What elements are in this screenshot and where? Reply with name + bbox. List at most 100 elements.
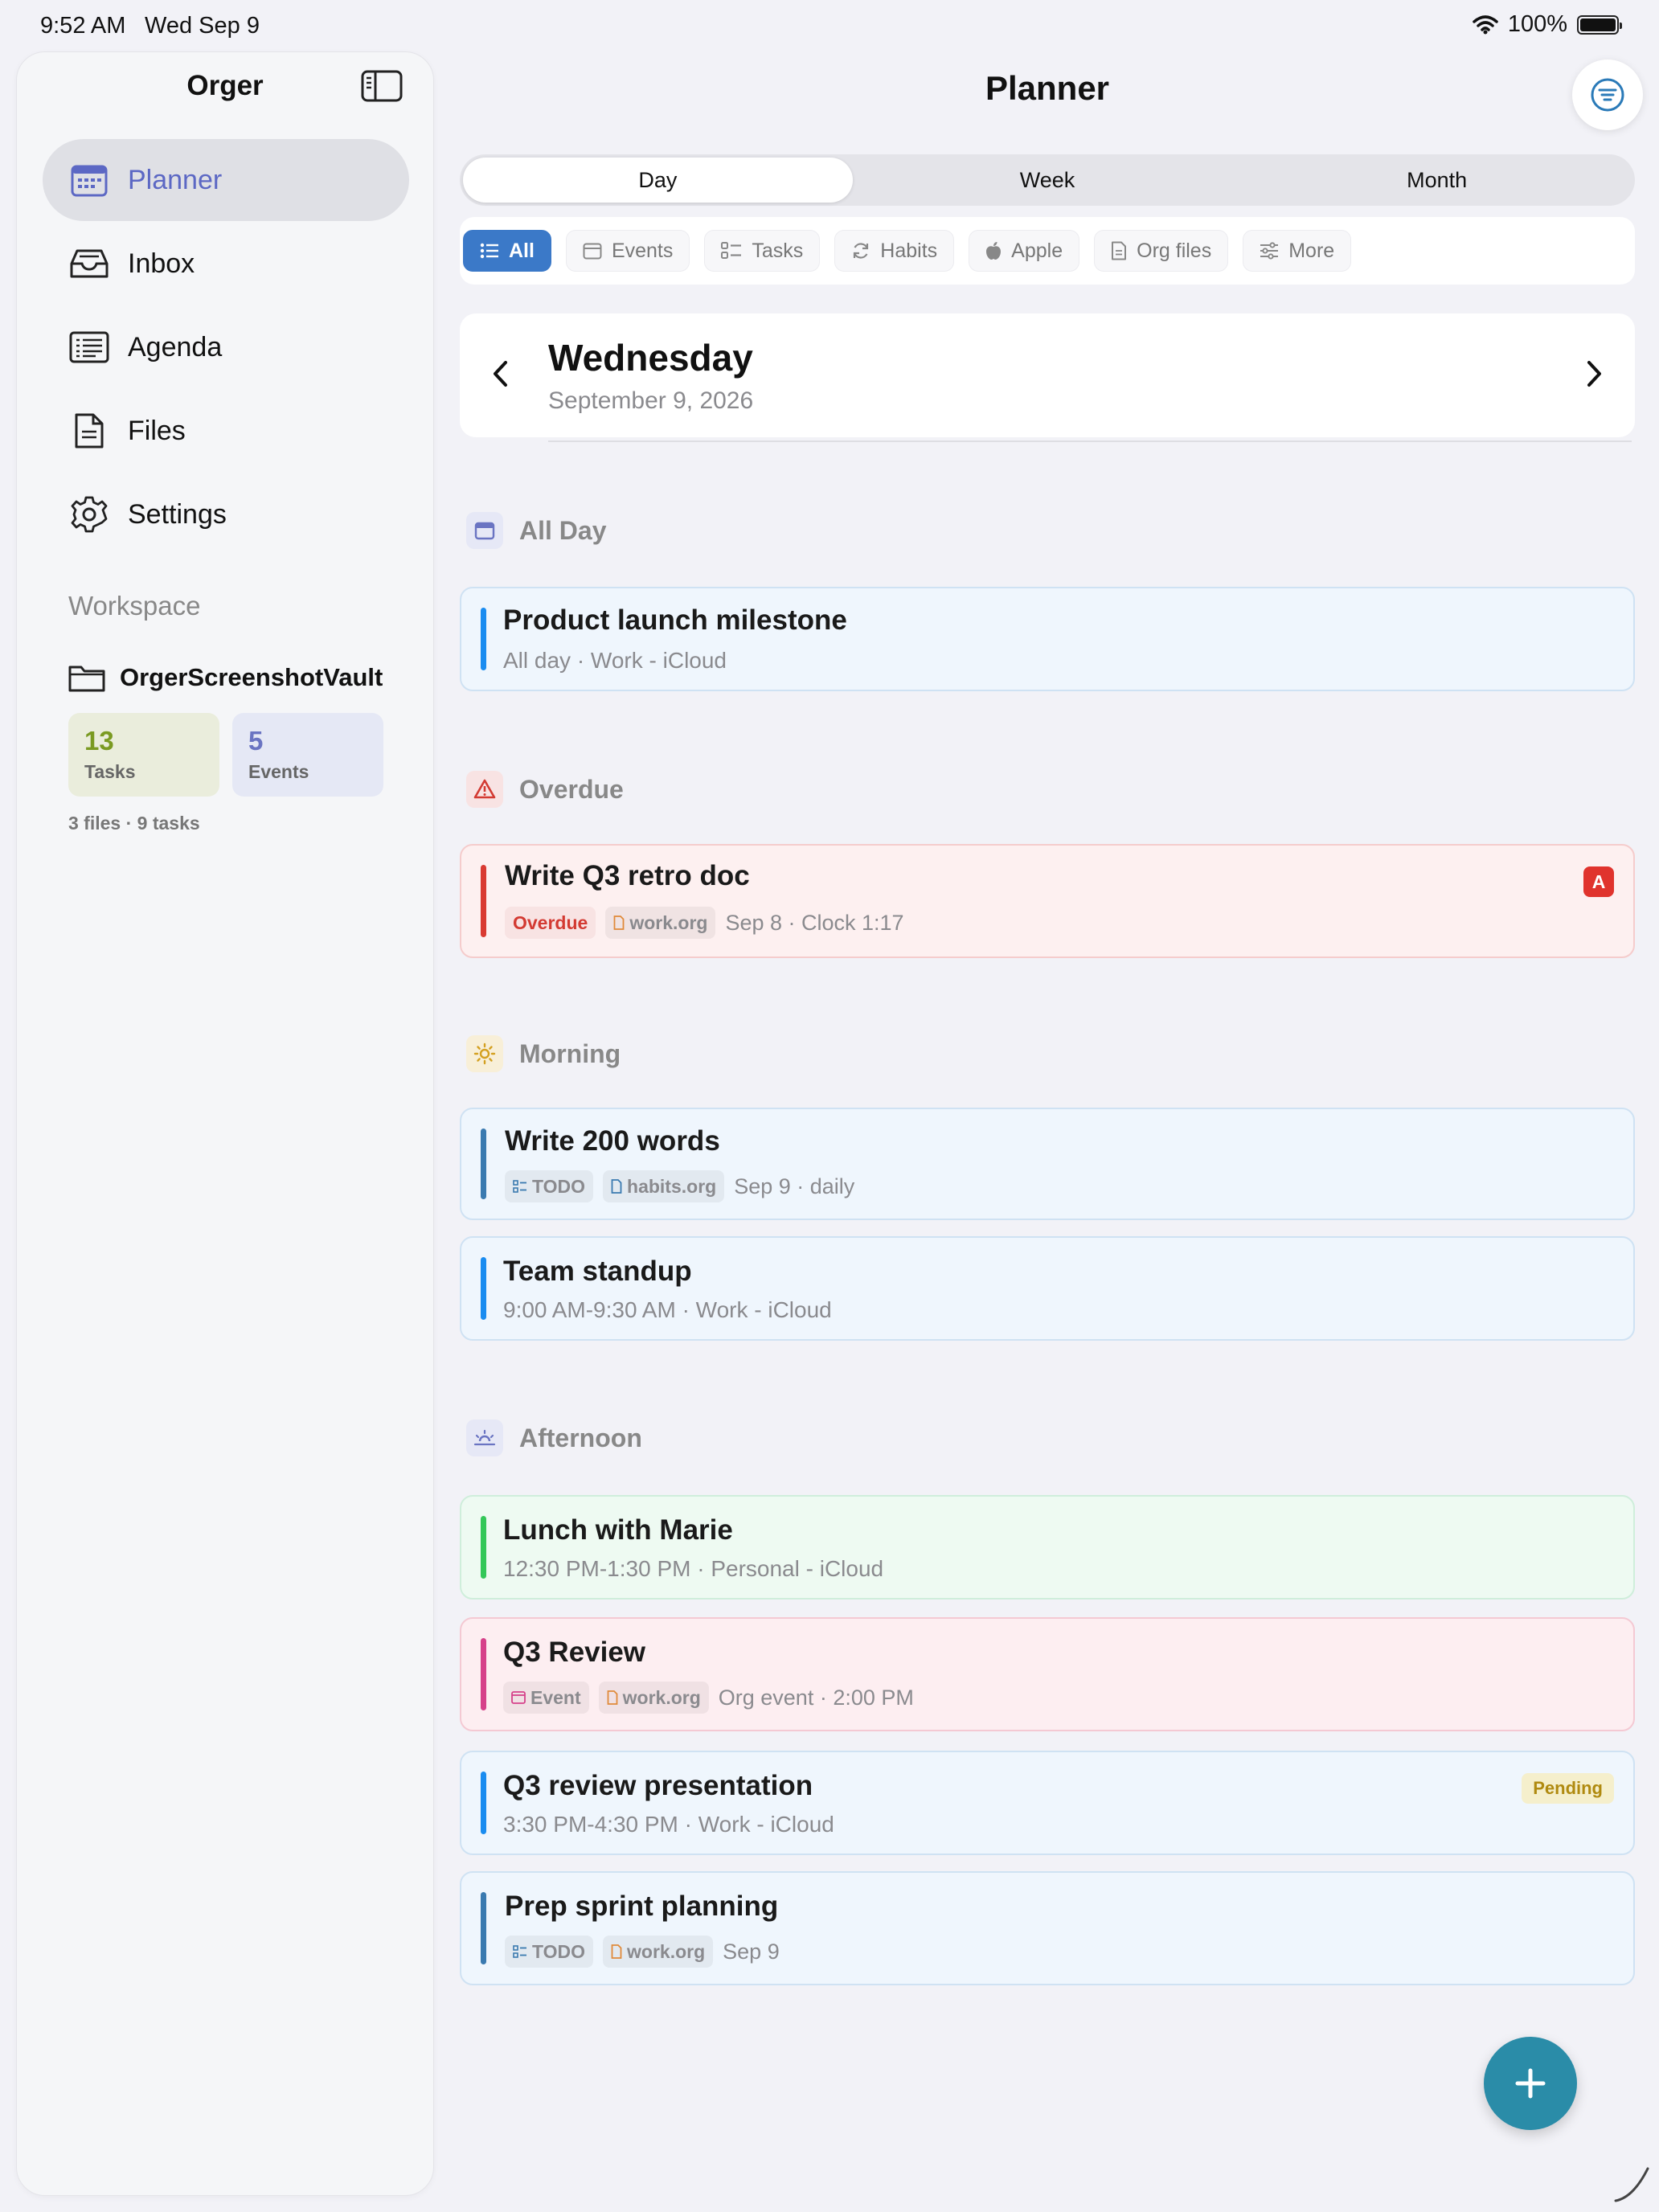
- task-meta: TODO habits.org Sep 9 · daily: [505, 1170, 854, 1202]
- workspace-summary: 3 files · 9 tasks: [68, 813, 200, 834]
- sidebar-item-agenda[interactable]: Agenda: [43, 306, 409, 388]
- filter-icon: [1590, 77, 1625, 113]
- filter-chip-habits[interactable]: Habits: [834, 230, 955, 272]
- section-title: Overdue: [519, 774, 624, 804]
- document-icon: [613, 916, 625, 930]
- file-tag[interactable]: work.org: [603, 1936, 714, 1968]
- todo-tag: TODO: [505, 1170, 594, 1202]
- status-badge: Pending: [1522, 1773, 1614, 1804]
- priority-badge: A: [1583, 866, 1614, 897]
- calendar-icon: [68, 159, 110, 201]
- events-label: Events: [248, 761, 309, 782]
- checklist-icon: [721, 242, 742, 260]
- section-afternoon: Afternoon: [466, 1419, 642, 1456]
- event-title: Product launch milestone: [503, 604, 847, 636]
- todo-label: TODO: [532, 1940, 586, 1962]
- segment-month[interactable]: Month: [1242, 158, 1632, 203]
- chip-label: Events: [611, 239, 674, 262]
- event-card-q3-review[interactable]: Q3 Review Event work.org Org event · 2:0…: [460, 1617, 1635, 1731]
- filter-chip-apple[interactable]: Apple: [969, 230, 1080, 272]
- document-icon: [607, 1690, 618, 1705]
- tasks-label: Tasks: [84, 761, 136, 782]
- sidebar-item-label: Planner: [128, 164, 223, 195]
- color-bar: [481, 865, 486, 937]
- sidebar-item-settings[interactable]: Settings: [43, 473, 409, 555]
- events-count: 5: [248, 726, 264, 756]
- sidebar-item-label: Files: [128, 415, 186, 446]
- task-card-q3-retro[interactable]: Write Q3 retro doc Overdue work.org Sep …: [460, 844, 1635, 958]
- sidebar-item-planner[interactable]: Planner: [43, 139, 409, 221]
- sidebar-item-files[interactable]: Files: [43, 390, 409, 472]
- file-tag[interactable]: work.org: [598, 1682, 709, 1714]
- add-button[interactable]: [1484, 2037, 1577, 2130]
- task-card-sprint-planning[interactable]: Prep sprint planning TODO work.org Sep 9: [460, 1871, 1635, 1985]
- events-stat-card[interactable]: 5 Events: [232, 713, 383, 797]
- chevron-right-icon[interactable]: [1585, 360, 1603, 387]
- filter-chip-tasks[interactable]: Tasks: [704, 230, 821, 272]
- day-header: Wednesday September 9, 2026: [460, 313, 1635, 437]
- checklist-icon: [513, 1945, 527, 1958]
- event-subtitle: 9:00 AM-9:30 AM · Work - iCloud: [503, 1297, 832, 1322]
- tasks-count: 13: [84, 726, 114, 756]
- warning-icon: [466, 771, 503, 808]
- sidebar-item-label: Agenda: [128, 331, 223, 363]
- calendar-icon: [583, 242, 602, 260]
- filter-chip-all[interactable]: All: [463, 230, 551, 272]
- wifi-icon: [1473, 14, 1498, 35]
- file-tag[interactable]: habits.org: [603, 1170, 725, 1202]
- workspace-vault[interactable]: OrgerScreenshotVault: [68, 663, 383, 692]
- filter-chips: All Events Tasks Habits Apple Org files …: [460, 217, 1635, 285]
- event-card-product-launch[interactable]: Product launch milestone All day · Work …: [460, 587, 1635, 691]
- task-title: Write 200 words: [505, 1125, 720, 1157]
- event-meta: Event work.org Org event · 2:00 PM: [503, 1682, 914, 1714]
- document-icon: [1111, 241, 1127, 260]
- color-bar: [481, 608, 486, 670]
- event-card-q3-presentation[interactable]: Q3 review presentation 3:30 PM-4:30 PM ·…: [460, 1751, 1635, 1855]
- chip-label: Habits: [880, 239, 938, 262]
- task-meta: Overdue work.org Sep 8 · Clock 1:17: [505, 907, 904, 939]
- event-detail: Org event · 2:00 PM: [718, 1685, 914, 1710]
- list-icon: [480, 243, 499, 259]
- battery-percent: 100%: [1507, 11, 1567, 37]
- resize-handle-icon: [1612, 2165, 1651, 2204]
- section-title: All Day: [519, 515, 607, 545]
- task-card-write-200[interactable]: Write 200 words TODO habits.org Sep 9 · …: [460, 1108, 1635, 1220]
- event-subtitle: 3:30 PM-4:30 PM · Work - iCloud: [503, 1812, 834, 1837]
- task-detail: Sep 8 · Clock 1:17: [725, 910, 904, 935]
- color-bar: [481, 1892, 486, 1964]
- filter-chip-org-files[interactable]: Org files: [1094, 230, 1229, 272]
- chip-label: Tasks: [752, 239, 804, 262]
- section-title: Afternoon: [519, 1423, 642, 1452]
- event-title: Q3 review presentation: [503, 1770, 813, 1801]
- tasks-stat-card[interactable]: 13 Tasks: [68, 713, 219, 797]
- segment-week[interactable]: Week: [853, 158, 1243, 203]
- event-card-lunch[interactable]: Lunch with Marie 12:30 PM-1:30 PM · Pers…: [460, 1495, 1635, 1600]
- sidebar: Orger Planner Inbox Agenda Files Setting…: [16, 51, 434, 2196]
- workspace-label: Workspace: [68, 591, 201, 621]
- filter-chip-more[interactable]: More: [1243, 230, 1352, 272]
- file-tag-label: work.org: [629, 911, 708, 933]
- filter-button[interactable]: [1572, 59, 1643, 130]
- task-meta: TODO work.org Sep 9: [505, 1936, 780, 1968]
- status-time: 9:52 AM: [40, 13, 126, 39]
- chevron-left-icon[interactable]: [492, 360, 510, 387]
- color-bar: [481, 1257, 486, 1320]
- file-tag-label: habits.org: [627, 1175, 717, 1197]
- filter-chip-events[interactable]: Events: [565, 230, 690, 272]
- file-tag[interactable]: work.org: [605, 907, 716, 939]
- chip-label: Apple: [1011, 239, 1063, 262]
- file-tag-label: work.org: [627, 1940, 706, 1962]
- section-morning: Morning: [466, 1035, 621, 1072]
- sidebar-toggle-icon[interactable]: [361, 70, 403, 102]
- event-card-team-standup[interactable]: Team standup 9:00 AM-9:30 AM · Work - iC…: [460, 1236, 1635, 1341]
- color-bar: [481, 1516, 486, 1579]
- color-bar: [481, 1638, 486, 1710]
- overdue-tag: Overdue: [505, 907, 596, 939]
- inbox-icon: [68, 243, 110, 285]
- agenda-icon: [68, 326, 110, 368]
- sidebar-item-inbox[interactable]: Inbox: [43, 223, 409, 305]
- document-icon: [611, 1944, 622, 1959]
- divider: [548, 440, 1632, 442]
- event-subtitle: All day · Work - iCloud: [503, 648, 727, 673]
- segment-day[interactable]: Day: [463, 158, 853, 203]
